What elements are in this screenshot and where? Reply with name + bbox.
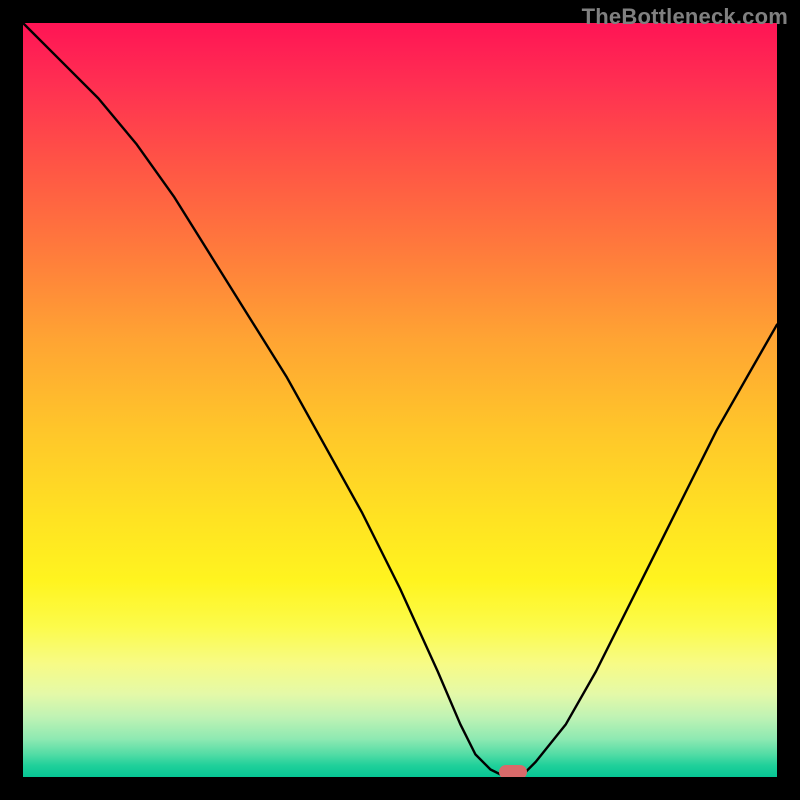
watermark-text: TheBottleneck.com xyxy=(582,4,788,30)
chart-frame: TheBottleneck.com xyxy=(0,0,800,800)
optimal-marker xyxy=(499,765,527,777)
plot-area xyxy=(23,23,777,777)
bottleneck-curve xyxy=(23,23,777,777)
curve-svg xyxy=(23,23,777,777)
